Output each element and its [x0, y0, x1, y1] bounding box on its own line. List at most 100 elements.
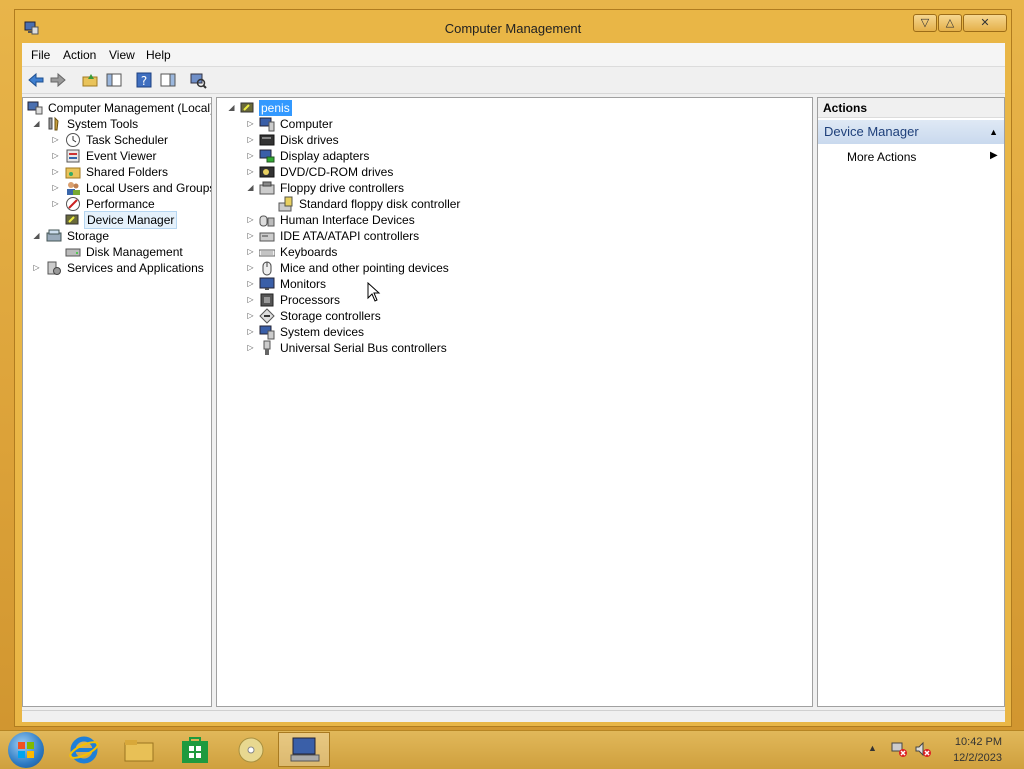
maximize-icon: △ [945, 17, 955, 29]
computer-name: penis [259, 100, 292, 116]
minimize-button[interactable]: ▽ [913, 14, 937, 32]
collapse-icon[interactable]: ◢ [32, 116, 41, 132]
device-label: Human Interface Devices [280, 213, 415, 227]
expand-icon[interactable]: ▷ [246, 212, 255, 228]
tree-label: Computer Management (Local) [48, 101, 212, 115]
device-label: Floppy drive controllers [280, 181, 405, 195]
expand-icon[interactable]: ▷ [51, 196, 60, 212]
toolbar: ? [22, 67, 1005, 94]
taskbar-media-disc[interactable] [224, 732, 276, 767]
tray-date[interactable]: 12/2/2023 [953, 752, 1002, 764]
show-hide-action-pane-icon[interactable] [158, 70, 178, 90]
ide-controller-icon [259, 232, 275, 242]
monitor-icon [259, 277, 275, 290]
show-hidden-icons-icon[interactable]: ▲ [868, 743, 877, 753]
floppy-controller-icon [259, 181, 275, 195]
tree-label: Disk Management [86, 245, 183, 259]
back-arrow-icon[interactable] [26, 70, 46, 90]
expand-icon[interactable]: ▷ [32, 260, 41, 276]
tray-time[interactable]: 10:42 PM [955, 736, 1002, 748]
collapse-icon[interactable]: ◢ [246, 180, 255, 196]
taskbar-file-explorer[interactable] [112, 732, 164, 767]
menu-action[interactable]: Action [63, 48, 96, 62]
volume-muted-icon[interactable] [914, 740, 932, 758]
expand-icon[interactable]: ▷ [246, 228, 255, 244]
expand-icon[interactable]: ▷ [246, 324, 255, 340]
console-tree: Computer Management (Local) ◢ System Too… [22, 97, 212, 707]
expand-icon[interactable]: ▷ [246, 148, 255, 164]
tree-label: Device Manager [84, 211, 178, 229]
expand-icon[interactable]: ▷ [246, 244, 255, 260]
device-label: Storage controllers [280, 309, 381, 323]
device-label: Standard floppy disk controller [299, 197, 461, 211]
collapse-icon[interactable]: ◢ [32, 228, 41, 244]
menu-file[interactable]: File [31, 48, 50, 62]
event-viewer-icon [66, 149, 80, 163]
keyboard-icon [259, 249, 275, 257]
help-icon[interactable]: ? [134, 70, 154, 90]
minimize-icon: ▽ [920, 17, 930, 29]
services-icon [47, 261, 61, 275]
tree-label: System Tools [67, 117, 139, 131]
mouse-icon [262, 261, 272, 276]
dvd-drive-icon [259, 166, 275, 178]
expand-icon[interactable]: ▷ [51, 180, 60, 196]
device-tree: ◢ penis ▷ Computer ▷ Disk drives ▷ Displ… [216, 97, 813, 707]
actions-section-device-manager[interactable]: Device Manager ▲ [818, 120, 1004, 144]
collapse-icon[interactable]: ◢ [227, 100, 236, 116]
disk-drive-icon [259, 134, 275, 146]
expand-icon[interactable]: ▷ [246, 132, 255, 148]
submenu-arrow-icon[interactable]: ▶ [990, 150, 998, 161]
tree-label: Task Scheduler [86, 133, 169, 147]
expand-icon[interactable]: ▷ [51, 164, 60, 180]
start-button[interactable] [8, 732, 44, 768]
disk-icon [65, 248, 81, 257]
network-icon[interactable] [890, 740, 908, 758]
expand-icon[interactable]: ▷ [246, 164, 255, 180]
expand-icon[interactable]: ▷ [51, 132, 60, 148]
taskbar: ▲ 10:42 PM 12/2/2023 [0, 730, 1024, 769]
mouse-cursor-icon [367, 282, 381, 302]
performance-icon [66, 197, 80, 211]
show-hide-console-tree-icon[interactable] [104, 70, 124, 90]
expand-icon[interactable]: ▷ [51, 148, 60, 164]
device-label: IDE ATA/ATAPI controllers [280, 229, 420, 243]
scan-hardware-icon[interactable] [188, 70, 208, 90]
device-manager-icon [65, 214, 79, 225]
computer-management-window: Computer Management ▽ △ ✕ File Action Vi… [14, 9, 1012, 727]
forward-arrow-icon[interactable] [48, 70, 68, 90]
expand-icon[interactable]: ▷ [246, 276, 255, 292]
menu-bar: File Action View Help [22, 43, 1005, 67]
more-actions-link[interactable]: More Actions [847, 150, 916, 164]
tree-label: Shared Folders [86, 165, 169, 179]
taskbar-computer-management[interactable] [278, 732, 330, 767]
disc-icon [238, 737, 264, 763]
taskbar-internet-explorer[interactable] [58, 732, 110, 767]
tree-label: Storage [67, 229, 110, 243]
device-label: Processors [280, 293, 341, 307]
expand-icon[interactable]: ▷ [246, 260, 255, 276]
computer-icon [259, 117, 275, 132]
menu-help[interactable]: Help [146, 48, 171, 62]
device-label: Mice and other pointing devices [280, 261, 449, 275]
expand-icon[interactable]: ▷ [246, 340, 255, 356]
device-label: Computer [280, 117, 333, 131]
up-folder-icon[interactable] [80, 70, 100, 90]
device-label: Universal Serial Bus controllers [280, 341, 447, 355]
expand-icon[interactable]: ▷ [246, 292, 255, 308]
expand-icon[interactable]: ▷ [246, 308, 255, 324]
storage-icon [46, 229, 62, 242]
close-button[interactable]: ✕ [963, 14, 1007, 32]
collapse-up-icon[interactable]: ▲ [989, 120, 998, 144]
title-bar[interactable]: Computer Management ▽ △ ✕ [15, 10, 1011, 44]
clock-icon [66, 133, 80, 147]
folder-icon [124, 740, 154, 762]
internet-explorer-icon [69, 736, 99, 764]
actions-header: Actions [818, 98, 1004, 118]
menu-view[interactable]: View [109, 48, 135, 62]
taskbar-store[interactable] [168, 732, 220, 767]
maximize-button[interactable]: △ [938, 14, 962, 32]
users-icon [67, 182, 80, 195]
device-label: Monitors [280, 277, 327, 291]
expand-icon[interactable]: ▷ [246, 116, 255, 132]
